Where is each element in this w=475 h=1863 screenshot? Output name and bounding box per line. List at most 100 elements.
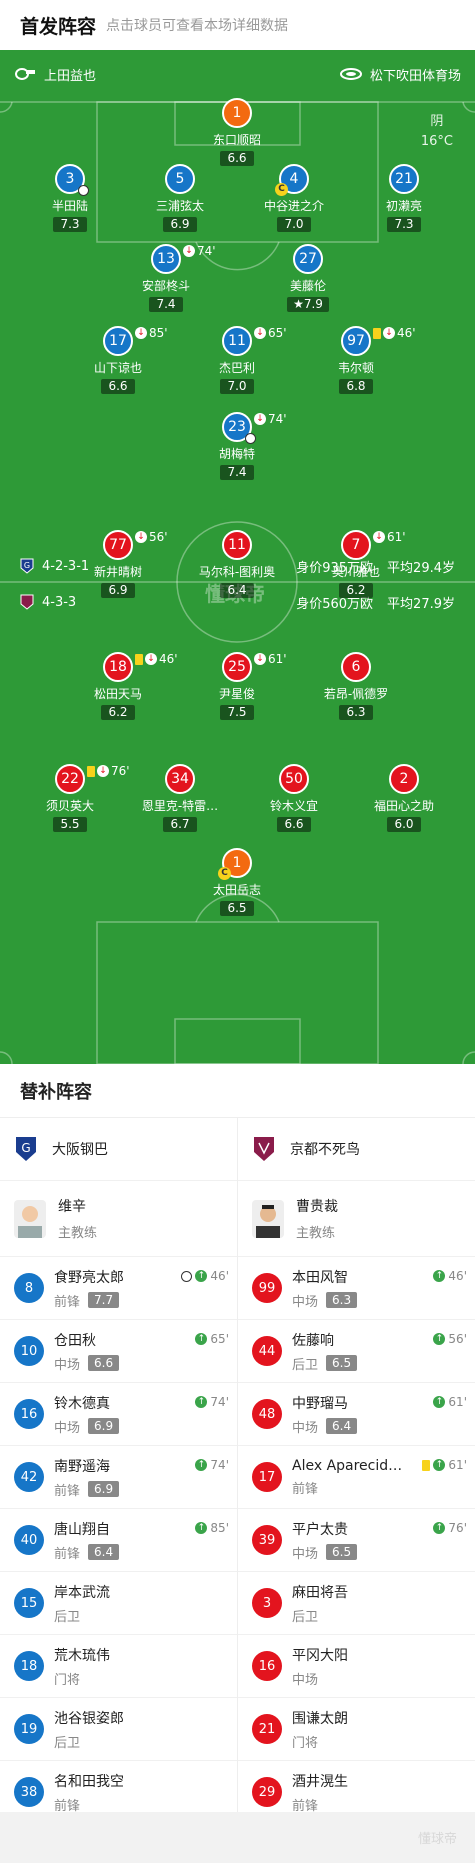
player-kyoto[interactable]: 11 马尔科-图利奥 6.4	[182, 530, 292, 598]
player-rating: 6.7	[163, 817, 197, 832]
bench-player-name: 铃木德真	[54, 1395, 110, 1412]
bench-player-rating: 6.4	[88, 1544, 120, 1560]
player-kyoto[interactable]: 6 若昂-佩德罗 6.3	[301, 652, 411, 720]
stadium-name: 松下吹田体育场	[369, 68, 461, 84]
stadium-icon	[339, 68, 362, 80]
player-name: 松田天马	[93, 687, 142, 701]
player-gamba[interactable]: 17 ↓ 85' 山下谅也 6.6	[63, 326, 173, 394]
sub-time: 61'	[268, 652, 287, 666]
bench-player-name: 麻田将吾	[292, 1584, 348, 1601]
captain-icon: C	[218, 867, 231, 880]
bench-player-row[interactable]: 17 Alex Aparecid… 前锋 ↑ 61'	[238, 1446, 475, 1509]
bench-player-name: 平户太贵	[292, 1521, 348, 1538]
bench-sub-event: ↑ 74'	[195, 1395, 229, 1409]
sub-on-icon: ↑	[433, 1396, 446, 1408]
player-gamba[interactable]: 1 东口顺昭 6.6	[182, 98, 292, 166]
player-rating: 6.9	[163, 217, 197, 232]
coach-row[interactable]: 曹贵裁 主教练	[238, 1181, 475, 1257]
substitution-indicator: ↓ 76'	[87, 764, 130, 778]
bench-player-row[interactable]: 99 本田风智 中场 6.3 ↑ 46'	[238, 1257, 475, 1320]
sub-time: 65'	[210, 1332, 229, 1346]
bench-player-row[interactable]: 3 麻田将吾 后卫	[238, 1572, 475, 1635]
sub-off-icon: ↓	[373, 531, 385, 543]
player-rating: 7.0	[277, 217, 311, 232]
sub-on-icon: ↑	[433, 1522, 446, 1534]
bench-player-row[interactable]: 10 仓田秋 中场 6.6 ↑ 65'	[0, 1320, 237, 1383]
player-name: 新井晴树	[93, 565, 142, 579]
bench-player-row[interactable]: 18 荒木琉伟门将	[0, 1635, 237, 1698]
sub-time: 85'	[210, 1521, 229, 1535]
bench-player-row[interactable]: 21 围谦太朗 门将	[238, 1698, 475, 1761]
player-number: 17	[103, 326, 133, 356]
coach-row[interactable]: 维辛 主教练	[0, 1181, 237, 1257]
footer-watermark: 懂球帝	[417, 1832, 457, 1847]
player-gamba[interactable]: 97 ↓ 46' 韦尔顿 6.8	[301, 326, 416, 394]
bench-team-name: 京都不死鸟	[290, 1142, 360, 1158]
player-kyoto[interactable]: 2 福田心之助 6.0	[349, 764, 459, 832]
player-number: 1	[222, 98, 252, 128]
bench-player-row[interactable]: 16 铃木德真 中场 6.9 ↑ 74'	[0, 1383, 237, 1446]
player-name: 若昂-佩德罗	[323, 687, 389, 701]
bench-player-row[interactable]: 39 平户太贵 中场 6.5 ↑ 76'	[238, 1509, 475, 1572]
player-rating: 7.5	[220, 705, 254, 720]
bench-player-position: 后卫	[54, 1735, 81, 1751]
bench-player-row[interactable]: 8 食野亮太郎 前锋 7.7 ↑ 46'	[0, 1257, 237, 1320]
bench-player-name: 围谦太朗	[292, 1710, 348, 1727]
player-kyoto[interactable]: 25 ↓ 61' 尹星俊 7.5	[182, 652, 292, 720]
player-kyoto[interactable]: 7 ↓ 61' 奥川雅也 6.2	[301, 530, 411, 598]
player-number: 11	[222, 530, 252, 560]
player-kyoto[interactable]: 50 铃木义宜 6.6	[239, 764, 349, 832]
player-gamba[interactable]: 11 ↓ 65' 杰巴利 7.0	[182, 326, 292, 394]
sub-off-icon: ↓	[135, 327, 147, 339]
sub-time: 46'	[397, 326, 416, 340]
bench-player-number: 18	[14, 1651, 44, 1681]
bench-player-row[interactable]: 48 中野瑠马 中场 6.4 ↑ 61'	[238, 1383, 475, 1446]
sub-off-icon: ↓	[145, 653, 157, 665]
player-name: 韦尔顿	[337, 361, 374, 375]
player-number: 13	[151, 244, 181, 274]
bench-player-position: 门将	[54, 1672, 81, 1688]
player-kyoto[interactable]: 77 ↓ 56' 新井晴树 6.9	[63, 530, 173, 598]
bench-player-row[interactable]: 15 岸本武流 后卫	[0, 1572, 237, 1635]
player-kyoto[interactable]: 22 ↓ 76' 须贝英大 5.5	[15, 764, 130, 832]
player-rating: 6.0	[387, 817, 421, 832]
player-gamba[interactable]: 5 三浦弦太 6.9	[125, 164, 235, 232]
bench-player-name: 荒木琉伟	[54, 1647, 110, 1664]
player-gamba[interactable]: 21 初濑亮 7.3	[349, 164, 459, 232]
player-gamba[interactable]: 3 半田陆 7.3	[15, 164, 125, 232]
player-gamba[interactable]: 23 ↓ 74' 胡梅特 7.4	[182, 412, 292, 480]
coach-role: 主教练	[296, 1226, 336, 1241]
gamba-badge-icon: G	[20, 558, 34, 574]
sub-time: 61'	[387, 530, 406, 544]
player-kyoto[interactable]: 34 恩里克-特雷… 6.7	[125, 764, 235, 832]
substitution-indicator: ↓ 85'	[135, 326, 168, 340]
yellow-card-icon	[373, 327, 381, 339]
bench-player-row[interactable]: 40 唐山翔自 前锋 6.4 ↑ 85'	[0, 1509, 237, 1572]
player-number: 5	[165, 164, 195, 194]
bench-sub-event: ↑ 46'	[433, 1269, 467, 1283]
bench-team-gamba[interactable]: G 大阪钢巴	[0, 1118, 237, 1181]
footer: 懂球帝	[0, 1812, 475, 1863]
bench-player-position: 后卫	[292, 1609, 319, 1625]
player-number: 1C	[218, 848, 252, 880]
page-header: 首发阵容 点击球员可查看本场详细数据	[0, 0, 475, 50]
bench-player-row[interactable]: 44 佐藤响 后卫 6.5 ↑ 56'	[238, 1320, 475, 1383]
bench-team-kyoto[interactable]: 京都不死鸟	[238, 1118, 475, 1181]
substitution-indicator: ↓ 61'	[373, 530, 406, 544]
bench-player-number: 16	[252, 1651, 282, 1681]
sub-off-icon: ↓	[135, 531, 147, 543]
bench-player-position: 后卫	[54, 1609, 81, 1625]
player-gamba[interactable]: 27 美藤伦 ★7.9	[253, 244, 363, 312]
bench-player-row[interactable]: 16 平冈大阳 中场	[238, 1635, 475, 1698]
player-rating: 7.4	[149, 297, 183, 312]
player-kyoto[interactable]: 18 ↓ 46' 松田天马 6.2	[63, 652, 178, 720]
sub-on-icon: ↑	[433, 1459, 446, 1471]
player-kyoto[interactable]: 1 C 太田岳志 6.5	[182, 848, 292, 916]
bench-player-number: 44	[252, 1336, 282, 1366]
player-gamba[interactable]: 4 C 中谷进之介 7.0	[239, 164, 349, 232]
sub-time: 46'	[159, 652, 178, 666]
bench-player-row[interactable]: 19 池谷银姿郎 后卫	[0, 1698, 237, 1761]
bench-player-row[interactable]: 42 南野遥海 前锋 6.9 ↑ 74'	[0, 1446, 237, 1509]
bench-player-position: 前锋	[292, 1481, 319, 1497]
player-gamba[interactable]: 13 ↓ 74' 安部柊斗 7.4	[111, 244, 221, 312]
